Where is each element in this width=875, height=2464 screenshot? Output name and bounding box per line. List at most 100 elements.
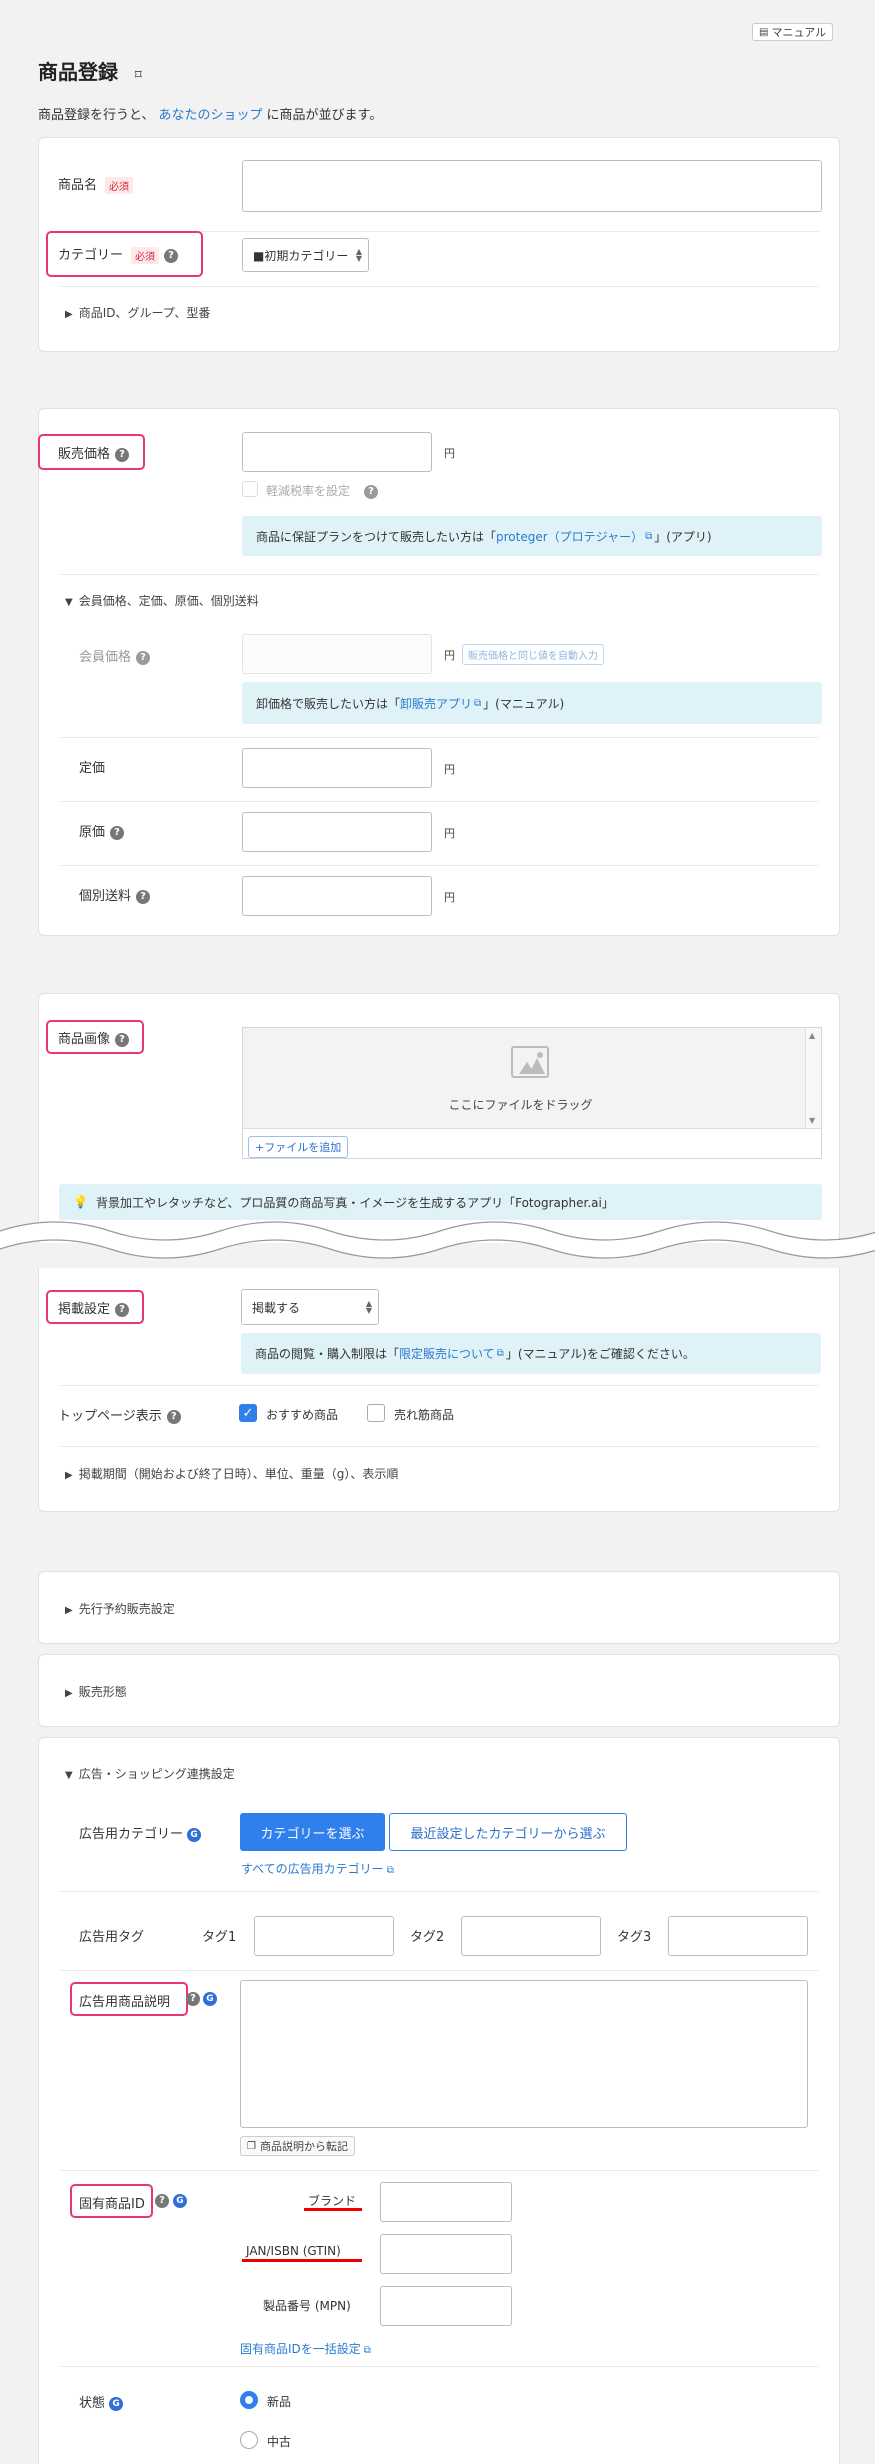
choose-category-button[interactable]: カテゴリーを選ぶ: [240, 1813, 385, 1851]
tag1-label: タグ1: [202, 1930, 237, 1945]
member-price-input[interactable]: [242, 634, 432, 674]
mpn-label: 製品番号 (MPN): [263, 2299, 351, 2313]
reduced-tax-checkbox[interactable]: [242, 481, 258, 497]
warranty-info: 商品に保証プランをつけて販売したい方は「 proteger（プロテジャー） ⧉ 」(ア…: [242, 516, 822, 556]
help-icon[interactable]: ?: [136, 889, 151, 904]
external-link-icon: ⧉: [645, 530, 653, 542]
mpn-input[interactable]: [380, 2286, 512, 2326]
tag3-label: タグ3: [617, 1930, 652, 1945]
recent-category-button[interactable]: 最近設定したカテゴリーから選ぶ: [389, 1813, 627, 1851]
recommended-checkbox[interactable]: ✓: [239, 1404, 257, 1422]
triangle-right-icon: ▶: [65, 1605, 73, 1616]
collapse-member-price[interactable]: ▼ 会員価格、定価、原価、個別送料: [65, 592, 259, 609]
help-icon[interactable]: ?: [364, 484, 379, 499]
page-title: 商品登録 ⌑: [38, 60, 142, 84]
help-icon[interactable]: ?: [186, 1992, 200, 2006]
help-icon[interactable]: ?: [136, 650, 151, 665]
cost-label: 原価?: [79, 821, 125, 840]
image-dropzone[interactable]: ここにファイルをドラッグ ▲ ▼ +ファイルを追加: [242, 1027, 822, 1159]
limited-sale-link[interactable]: 限定販売について: [399, 1345, 495, 1362]
ad-tag-label: 広告用タグ: [79, 1930, 145, 1945]
brand-input[interactable]: [380, 2182, 512, 2222]
collapse-preorder[interactable]: ▶ 先行予約販売設定: [65, 1600, 175, 1617]
triangle-right-icon: ▶: [65, 1688, 73, 1699]
product-name-input[interactable]: [242, 160, 822, 212]
tag2-label: タグ2: [410, 1930, 445, 1945]
collapse-ads[interactable]: ▼ 広告・ショッピング連携設定: [65, 1765, 235, 1782]
wave-separator: [0, 1221, 875, 1259]
top-page-label: トップページ表示?: [58, 1405, 181, 1424]
tag3-input[interactable]: [668, 1916, 808, 1956]
google-icon: G: [109, 2396, 124, 2411]
jan-input[interactable]: [380, 2234, 512, 2274]
external-link-icon: ⧉: [363, 2345, 371, 2356]
help-icon[interactable]: ?: [115, 1302, 130, 1317]
tag2-input[interactable]: [461, 1916, 601, 1956]
reduced-tax-label: 軽減税率を設定?: [266, 482, 379, 499]
help-icon[interactable]: ?: [164, 248, 179, 263]
collapse-publish-period[interactable]: ▶ 掲載期間（開始および終了日時）、単位、重量（g）、表示順: [65, 1465, 398, 1482]
required-badge: 必須: [105, 177, 134, 194]
bulk-unique-id-link[interactable]: 固有商品IDを一括設定 ⧉: [240, 2340, 371, 2357]
manual-button[interactable]: ▤ マニュアル: [752, 23, 834, 41]
recommended-label: おすすめ商品: [266, 1408, 339, 1422]
list-price-label: 定価: [79, 761, 106, 776]
add-file-button[interactable]: +ファイルを追加: [248, 1136, 349, 1158]
external-link-icon: ⧉: [386, 1865, 394, 1876]
condition-used-radio[interactable]: [240, 2431, 258, 2449]
bookmark-icon[interactable]: ⌑: [135, 68, 142, 83]
collapse-product-id[interactable]: ▶ 商品ID、グループ、型番: [65, 304, 210, 321]
ad-description-label: 広告用商品説明: [79, 1995, 171, 2010]
bestseller-label: 売れ筋商品: [394, 1408, 455, 1422]
document-icon: ▤: [759, 26, 769, 38]
ad-description-textarea[interactable]: [240, 1980, 808, 2128]
lightbulb-icon: 💡: [73, 1195, 88, 1209]
jan-label: JAN/ISBN (GTIN): [246, 2244, 341, 2258]
copy-description-button[interactable]: ❐ 商品説明から転記: [240, 2136, 355, 2156]
wholesale-app-link[interactable]: 卸販売アプリ: [400, 695, 472, 712]
price-card: 販売価格? 円 軽減税率を設定? 商品に保証プランをつけて販売したい方は「 pro…: [38, 408, 840, 936]
shipping-input[interactable]: [242, 876, 432, 916]
google-icon: G: [187, 1827, 202, 1842]
intro-text: 商品登録を行うと、 あなたのショップ に商品が並びます。: [38, 108, 383, 123]
select-arrows-icon: ▲ ▼: [355, 247, 362, 263]
category-select[interactable]: ■初期カテゴリー ▲ ▼: [242, 238, 369, 272]
proteger-link[interactable]: proteger（プロテジャー）: [496, 528, 643, 545]
auto-input-button[interactable]: 販売価格と同じ値を自動入力: [462, 644, 604, 665]
triangle-right-icon: ▶: [65, 1470, 73, 1481]
publish-label: 掲載設定?: [58, 1298, 130, 1317]
publish-select[interactable]: 掲載する ▲ ▼: [241, 1289, 379, 1325]
cost-input[interactable]: [242, 812, 432, 852]
help-icon[interactable]: ?: [166, 1409, 181, 1424]
wholesale-info: 卸価格で販売したい方は「 卸販売アプリ ⧉ 」(マニュアル): [242, 682, 822, 724]
product-image-label: 商品画像?: [58, 1028, 130, 1047]
help-icon[interactable]: ?: [115, 447, 130, 462]
tag1-input[interactable]: [254, 1916, 394, 1956]
select-arrows-icon: ▲ ▼: [365, 1299, 372, 1315]
list-price-input[interactable]: [242, 748, 432, 788]
product-name-label: 商品名 必須: [58, 174, 134, 194]
triangle-right-icon: ▶: [65, 309, 73, 320]
help-icon[interactable]: ?: [115, 1032, 130, 1047]
sale-price-input[interactable]: [242, 432, 432, 472]
image-placeholder-icon: [511, 1046, 549, 1078]
member-price-label: 会員価格?: [79, 646, 151, 665]
scrollbar[interactable]: ▲ ▼: [805, 1028, 821, 1128]
google-icon: G: [203, 1992, 217, 2006]
condition-new-label: 新品: [267, 2395, 292, 2409]
sale-price-label: 販売価格?: [58, 443, 130, 462]
google-icon: G: [173, 2194, 187, 2208]
collapse-sales-form[interactable]: ▶ 販売形態: [65, 1683, 127, 1700]
ad-category-label: 広告用カテゴリー G: [79, 1823, 202, 1842]
publish-info: 商品の閲覧・購入制限は「 限定販売について ⧉ 」(マニュアル)をご確認ください。: [241, 1333, 821, 1374]
condition-new-radio[interactable]: [240, 2391, 258, 2409]
image-card: 商品画像? ここにファイルをドラッグ ▲ ▼ +ファイルを追加 💡 背景加工やレタ…: [38, 993, 840, 1243]
preorder-card[interactable]: ▶ 先行予約販売設定: [38, 1571, 840, 1644]
category-label: カテゴリー 必須?: [58, 244, 179, 264]
help-icon[interactable]: ?: [110, 825, 125, 840]
shop-link[interactable]: あなたのショップ: [158, 108, 262, 123]
sales-form-card[interactable]: ▶ 販売形態: [38, 1654, 840, 1727]
bestseller-checkbox[interactable]: [367, 1404, 385, 1422]
all-categories-link[interactable]: すべての広告用カテゴリー ⧉: [241, 1860, 394, 1877]
help-icon[interactable]: ?: [155, 2194, 169, 2208]
